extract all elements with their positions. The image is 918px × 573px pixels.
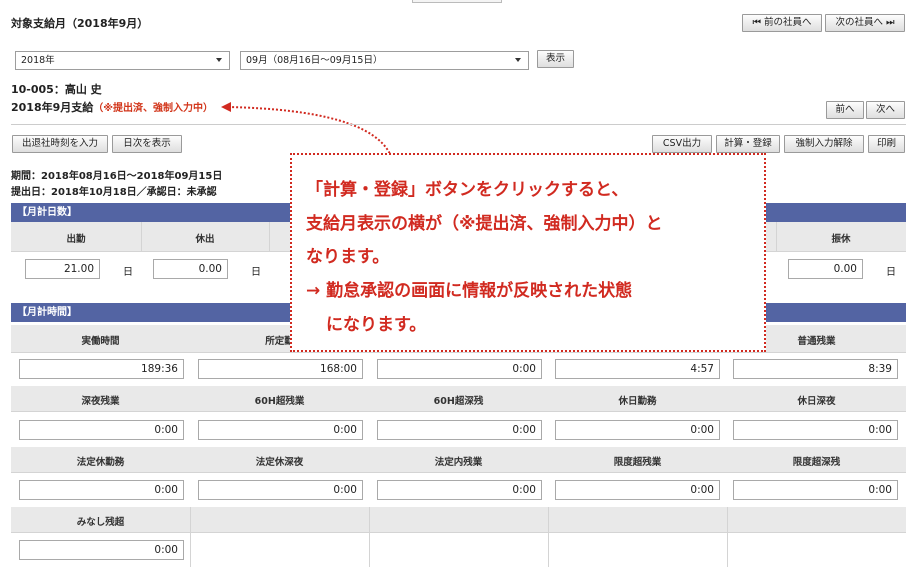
- hours-input[interactable]: 0:00: [19, 420, 184, 440]
- days-holiday-work-unit: 日: [251, 267, 261, 278]
- hours-label-row-4: みなし残超: [11, 507, 906, 567]
- column-divider: [190, 507, 191, 567]
- input-clock-button[interactable]: 出退社時刻を入力: [12, 135, 108, 153]
- hours-input[interactable]: 8:39: [733, 359, 898, 379]
- days-holiday-work-input[interactable]: 0.00: [153, 259, 228, 279]
- hours-label: 法定休勤務: [76, 457, 125, 468]
- callout-line: になります。: [326, 315, 427, 335]
- hours-input[interactable]: 0:00: [733, 480, 898, 500]
- next-button[interactable]: 次へ: [866, 101, 905, 119]
- column-divider: [548, 507, 549, 567]
- hours-label: 休日勤務: [618, 396, 657, 407]
- column-divider: [369, 507, 370, 567]
- hours-input[interactable]: 168:00: [198, 359, 363, 379]
- hours-input[interactable]: 0:00: [555, 480, 720, 500]
- pay-month-line: 2018年9月支給（※提出済、強制入力中）: [11, 99, 213, 115]
- days-substitute-holiday-input[interactable]: 0.00: [788, 259, 863, 279]
- hours-label: 休日深夜: [797, 396, 836, 407]
- top-tab-stub: [412, 0, 502, 3]
- show-button[interactable]: 表示: [537, 50, 574, 68]
- calc-register-button[interactable]: 計算・登録: [716, 135, 780, 153]
- column-divider: [141, 222, 142, 252]
- hours-input[interactable]: 0:00: [555, 420, 720, 440]
- chevron-down-icon: [216, 58, 222, 62]
- year-select-value: 2018年: [21, 55, 55, 66]
- page-title: 対象支給月（2018年9月）: [11, 17, 149, 30]
- callout-line: 「計算・登録」ボタンをクリックすると、: [306, 180, 629, 200]
- hours-input[interactable]: 0:00: [19, 480, 184, 500]
- callout-line: → 勤怠承認の画面に情報が反映された状態: [306, 281, 633, 301]
- column-divider: [727, 507, 728, 567]
- hours-input[interactable]: 189:36: [19, 359, 184, 379]
- hours-label: 限度超残業: [613, 457, 662, 468]
- callout-arrow: [221, 102, 391, 155]
- hours-input[interactable]: 0:00: [198, 480, 363, 500]
- submission-text: 提出日：2018年10月18日／承認日：未承認: [11, 187, 217, 198]
- hours-input[interactable]: 4:57: [555, 359, 720, 379]
- next-employee-button[interactable]: 次の社員へ ⏭: [825, 14, 905, 32]
- hours-label: 深夜残業: [81, 396, 120, 407]
- hours-input[interactable]: 0:00: [377, 480, 542, 500]
- days-label-work: 出勤: [66, 234, 86, 245]
- print-button[interactable]: 印刷: [868, 135, 905, 153]
- month-select-value: 09月（08月16日〜09月15日）: [246, 55, 383, 66]
- days-substitute-holiday-unit: 日: [886, 267, 896, 278]
- hours-label: 法定内残業: [434, 457, 483, 468]
- hours-label-row-2: 深夜残業 60H超残業 60H超深残 休日勤務 休日深夜: [11, 386, 906, 412]
- status-badge: （※提出済、強制入力中）: [93, 103, 214, 114]
- days-label-holiday-work: 休出: [195, 234, 215, 245]
- csv-export-button[interactable]: CSV出力: [652, 135, 712, 153]
- force-release-button[interactable]: 強制入力解除: [784, 135, 864, 153]
- hours-input[interactable]: 0:00: [377, 420, 542, 440]
- divider: [11, 124, 906, 125]
- days-label-substitute-holiday: 振休: [831, 234, 851, 245]
- callout-line: なります。: [306, 247, 390, 267]
- column-divider: [269, 222, 270, 252]
- hours-input[interactable]: 0:00: [377, 359, 542, 379]
- year-select[interactable]: 2018年: [15, 51, 230, 70]
- hours-label: 法定休深夜: [255, 457, 304, 468]
- callout-box: 「計算・登録」ボタンをクリックすると、 支給月表示の横が（※提出済、強制入力中）…: [290, 153, 766, 352]
- prev-employee-button[interactable]: ⏮ 前の社員へ: [742, 14, 822, 32]
- hours-input[interactable]: 0:00: [19, 540, 184, 560]
- prev-button[interactable]: 前へ: [826, 101, 864, 119]
- hours-input[interactable]: 0:00: [733, 420, 898, 440]
- show-daily-button[interactable]: 日次を表示: [112, 135, 182, 153]
- hours-label: 60H超深残: [433, 396, 484, 407]
- pay-month: 2018年9月支給: [11, 101, 94, 114]
- hours-label: 60H超残業: [254, 396, 305, 407]
- column-divider: [776, 222, 777, 252]
- days-work-input[interactable]: 21.00: [25, 259, 100, 279]
- month-select[interactable]: 09月（08月16日〜09月15日）: [240, 51, 529, 70]
- hours-label: 実働時間: [81, 336, 120, 347]
- chevron-down-icon: [515, 58, 521, 62]
- hours-input[interactable]: 0:00: [198, 420, 363, 440]
- hours-label: みなし残超: [76, 517, 125, 528]
- period-text: 期間：2018年08月16日〜2018年09月15日: [11, 171, 223, 182]
- employee-id-name: 10-005：高山 史: [11, 83, 102, 96]
- days-work-unit: 日: [123, 267, 133, 278]
- hours-label-row-3: 法定休勤務 法定休深夜 法定内残業 限度超残業 限度超深残: [11, 447, 906, 473]
- hours-label: 限度超深残: [792, 457, 841, 468]
- callout-line: 支給月表示の横が（※提出済、強制入力中）と: [306, 214, 663, 234]
